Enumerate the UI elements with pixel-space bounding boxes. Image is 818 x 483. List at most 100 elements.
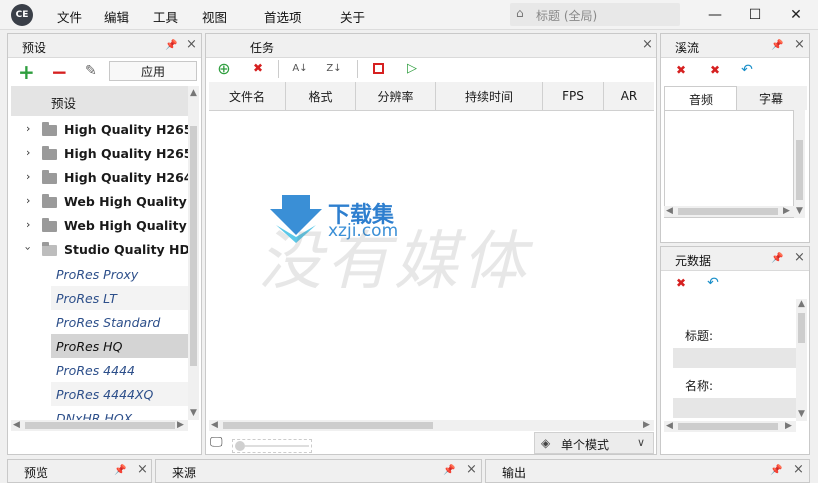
preset-group-3[interactable]: ›High Quality H264 8 bit (18, 166, 196, 190)
scroll-down-arrow-icon[interactable]: ▼ (190, 408, 197, 418)
play-icon[interactable]: ▷ (402, 58, 422, 78)
sort-descending-icon[interactable]: Z↓ (324, 58, 344, 78)
metadata-name-field[interactable] (673, 398, 797, 418)
preset-item[interactable]: ProRes LT (51, 286, 189, 310)
sort-ascending-icon[interactable]: A↓ (290, 58, 310, 78)
metadata-horizontal-scrollbar[interactable]: ◀ ▶ (664, 421, 796, 432)
remove-task-icon[interactable]: ✖ (248, 58, 268, 78)
scroll-right-arrow-icon[interactable]: ▶ (643, 420, 650, 430)
column-resolution[interactable]: 分辨率 (356, 82, 436, 110)
preset-item[interactable]: ProRes 4444 (51, 358, 189, 382)
pin-icon[interactable]: 📌 (443, 465, 455, 476)
clear-metadata-icon[interactable]: ✖ (671, 273, 691, 293)
preset-vertical-scrollbar[interactable]: ▲ ▼ (188, 86, 199, 420)
scroll-up-arrow-icon[interactable]: ▲ (190, 88, 197, 98)
zoom-slider[interactable] (232, 439, 312, 453)
scroll-thumb[interactable] (798, 313, 805, 343)
scroll-left-arrow-icon[interactable]: ◀ (666, 206, 673, 216)
close-icon[interactable]: × (466, 462, 477, 477)
stream-list[interactable] (664, 110, 794, 218)
preset-item[interactable]: ProRes Standard (51, 310, 189, 334)
preset-group-6[interactable]: ›Studio Quality HDR 10 (18, 238, 196, 262)
close-icon[interactable]: × (186, 37, 197, 52)
mode-dropdown[interactable]: ◈ 单个模式 ∨ (534, 432, 654, 454)
stream-vertical-scrollbar[interactable]: ▼ (794, 110, 805, 218)
scroll-thumb[interactable] (678, 423, 778, 430)
add-preset-icon[interactable]: + (18, 60, 35, 84)
preset-horizontal-scrollbar[interactable]: ◀ ▶ (11, 420, 188, 431)
task-horizontal-scrollbar[interactable]: ◀ ▶ (209, 420, 654, 431)
chevron-down-icon[interactable]: › (22, 246, 35, 250)
preset-group-1[interactable]: ›High Quality H265 HD (18, 118, 196, 142)
stop-icon[interactable] (368, 58, 388, 78)
monitor-icon[interactable]: 🖵 (210, 435, 223, 450)
scroll-right-arrow-icon[interactable]: ▶ (177, 420, 184, 430)
preset-group-5[interactable]: ›Web High Quality VP8 (18, 214, 196, 238)
chevron-right-icon[interactable]: › (26, 146, 30, 159)
close-icon[interactable]: × (793, 462, 804, 477)
undo-icon[interactable]: ↶ (737, 60, 757, 80)
close-icon[interactable]: × (642, 37, 653, 52)
scroll-thumb[interactable] (678, 208, 778, 215)
remove-preset-icon[interactable]: − (51, 60, 68, 84)
metadata-vertical-scrollbar[interactable]: ▲ ▼ (796, 299, 807, 421)
column-duration[interactable]: 持续时间 (436, 82, 543, 110)
tab-subtitles[interactable]: 字幕 (737, 86, 807, 110)
chevron-right-icon[interactable]: › (26, 194, 30, 207)
scroll-thumb[interactable] (190, 126, 197, 366)
undo-icon[interactable]: ↶ (703, 273, 723, 293)
pin-icon[interactable]: 📌 (165, 40, 177, 51)
preset-column-header[interactable]: 预设 (11, 86, 199, 116)
pin-icon[interactable]: 📌 (770, 465, 782, 476)
scroll-up-arrow-icon[interactable]: ▲ (798, 299, 805, 309)
preset-item[interactable]: DNxHR HQX (51, 406, 189, 420)
scroll-left-arrow-icon[interactable]: ◀ (13, 420, 20, 430)
maximize-button[interactable]: ☐ (735, 2, 775, 28)
close-window-button[interactable]: ✕ (776, 2, 816, 28)
menu-edit[interactable]: 编辑 (104, 7, 129, 26)
apply-button[interactable]: 应用 (109, 61, 197, 81)
pin-icon[interactable]: 📌 (114, 465, 126, 476)
scroll-right-arrow-icon[interactable]: ▶ (785, 421, 792, 431)
menu-about[interactable]: 关于 (340, 7, 365, 26)
remove-stream-icon[interactable]: ✖ (671, 60, 691, 80)
metadata-title-field[interactable] (673, 348, 797, 368)
global-search[interactable]: ⌂ 标题 (全局) (510, 3, 680, 26)
chevron-right-icon[interactable]: › (26, 122, 30, 135)
scroll-left-arrow-icon[interactable]: ◀ (211, 420, 218, 430)
scroll-down-arrow-icon[interactable]: ▼ (796, 206, 803, 216)
menu-preferences[interactable]: 首选项 (264, 7, 302, 26)
scroll-down-arrow-icon[interactable]: ▼ (798, 409, 805, 419)
column-format[interactable]: 格式 (286, 82, 356, 110)
minimize-button[interactable]: — (695, 2, 735, 28)
scroll-left-arrow-icon[interactable]: ◀ (666, 421, 673, 431)
column-fps[interactable]: FPS (543, 82, 604, 110)
pin-icon[interactable]: 📌 (771, 40, 783, 51)
close-icon[interactable]: × (794, 37, 805, 52)
column-filename[interactable]: 文件名 (209, 82, 286, 110)
menu-file[interactable]: 文件 (57, 7, 82, 26)
scroll-thumb[interactable] (796, 140, 803, 200)
scroll-right-arrow-icon[interactable]: ▶ (783, 206, 790, 216)
scroll-thumb[interactable] (223, 422, 433, 429)
stream-horizontal-scrollbar[interactable]: ◀ ▶ (664, 206, 794, 217)
preset-group-4[interactable]: ›Web High Quality VP9 (18, 190, 196, 214)
slider-thumb[interactable] (235, 441, 245, 451)
remove-all-streams-icon[interactable]: ✖ (705, 60, 725, 80)
chevron-right-icon[interactable]: › (26, 218, 30, 231)
edit-preset-icon[interactable]: ✎ (85, 63, 97, 79)
close-icon[interactable]: × (794, 250, 805, 265)
add-task-icon[interactable]: ⊕ (214, 58, 234, 78)
scroll-thumb[interactable] (25, 422, 175, 429)
close-icon[interactable]: × (137, 462, 148, 477)
chevron-right-icon[interactable]: › (26, 170, 30, 183)
column-ar[interactable]: AR (604, 82, 654, 110)
menu-view[interactable]: 视图 (202, 7, 227, 26)
menu-tools[interactable]: 工具 (153, 7, 178, 26)
tab-audio[interactable]: 音频 (664, 86, 737, 110)
preset-item-selected[interactable]: ProRes HQ (51, 334, 189, 358)
preset-item[interactable]: ProRes 4444XQ (51, 382, 189, 406)
preset-group-2[interactable]: ›High Quality H265 8 bit (18, 142, 196, 166)
preset-item[interactable]: ProRes Proxy (51, 262, 189, 286)
pin-icon[interactable]: 📌 (771, 253, 783, 264)
